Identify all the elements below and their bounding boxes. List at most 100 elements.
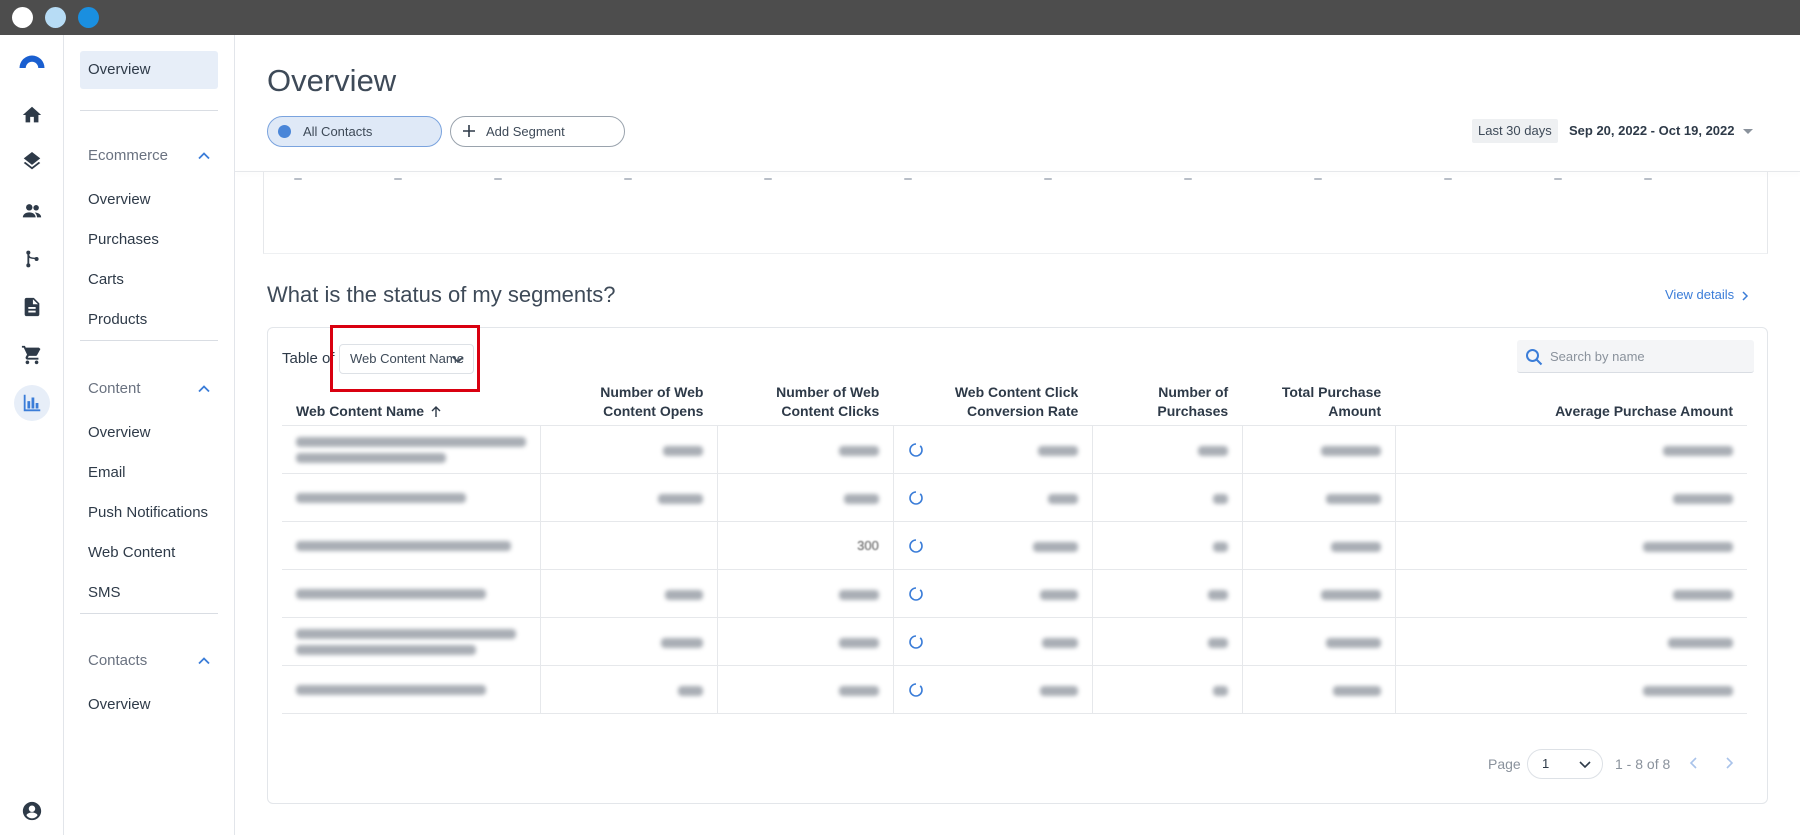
account-icon[interactable] <box>14 793 50 829</box>
prev-page-icon[interactable] <box>1687 756 1701 770</box>
cell-clicks <box>716 425 894 474</box>
add-segment-button[interactable]: Add Segment <box>450 116 625 147</box>
cell-purchases <box>1091 665 1243 714</box>
add-segment-label: Add Segment <box>486 124 565 139</box>
cart-icon[interactable] <box>14 337 50 373</box>
sort-ascending-icon[interactable] <box>430 406 442 418</box>
home-icon[interactable] <box>14 97 50 133</box>
redacted-value <box>1643 685 1733 696</box>
redacted-value <box>1643 541 1733 552</box>
sidebar-group-label: Ecommerce <box>88 147 169 164</box>
column-header-opens[interactable]: Number of Web Content Opens <box>541 383 718 426</box>
sidebar-item-overview[interactable]: Overview <box>80 51 218 89</box>
page-title: Overview <box>267 63 397 98</box>
cell-average-purchase <box>1394 665 1747 714</box>
redacted-text <box>296 492 466 503</box>
table-row[interactable] <box>282 473 1747 522</box>
plus-icon <box>463 125 475 137</box>
cell-web-content-name <box>282 473 541 522</box>
table-header-row: Web Content Name Number of Web Content O… <box>282 383 1747 426</box>
table-row[interactable] <box>282 665 1747 714</box>
next-page-icon[interactable] <box>1722 756 1736 770</box>
sidebar-item-carts[interactable]: Carts <box>80 261 218 299</box>
sidebar-group-ecommerce[interactable]: Ecommerce <box>80 144 218 168</box>
segment-all-contacts-button[interactable]: All Contacts <box>267 116 442 147</box>
cell-opens <box>540 617 718 666</box>
sidebar-item-content-overview[interactable]: Overview <box>80 414 218 452</box>
column-header-total-purchase[interactable]: Total Purchase Amount <box>1242 383 1395 426</box>
close-window-button[interactable] <box>12 7 33 28</box>
page-label: Page <box>1488 756 1521 772</box>
redacted-value <box>1663 445 1733 456</box>
redacted-value <box>1041 637 1078 648</box>
maximize-window-button[interactable] <box>78 7 99 28</box>
column-header-web-content-name[interactable]: Web Content Name <box>282 383 541 426</box>
logo-icon[interactable] <box>14 45 50 81</box>
segments-table-card: Table of Web Content Name Search by name… <box>267 325 1768 804</box>
date-range-preset[interactable]: Last 30 days <box>1472 119 1558 143</box>
cell-purchases <box>1091 473 1243 522</box>
cell-opens <box>540 665 718 714</box>
date-range-picker[interactable]: Sep 20, 2022 - Oct 19, 2022 <box>1569 119 1753 143</box>
column-header-conversion-rate[interactable]: Web Content Click Conversion Rate <box>893 383 1092 426</box>
contacts-icon[interactable] <box>14 193 50 229</box>
cell-conversion-rate <box>892 473 1093 522</box>
chevron-up-icon <box>198 385 210 393</box>
cell-conversion-rate <box>892 425 1093 474</box>
column-header-average-purchase[interactable]: Average Purchase Amount <box>1395 383 1747 426</box>
table-row[interactable]: 300 <box>282 521 1747 570</box>
layers-icon[interactable] <box>14 145 50 181</box>
cell-conversion-rate <box>892 617 1093 666</box>
sidebar-group-content[interactable]: Content <box>80 377 218 401</box>
document-icon[interactable] <box>14 289 50 325</box>
cell-total-purchase <box>1241 617 1396 666</box>
icon-rail <box>0 35 64 835</box>
redacted-value <box>1330 541 1381 552</box>
cell-conversion-rate <box>892 521 1093 570</box>
minimize-window-button[interactable] <box>45 7 66 28</box>
sidebar-item-purchases[interactable]: Purchases <box>80 221 218 259</box>
table-row[interactable] <box>282 425 1747 474</box>
cell-clicks: 300 <box>716 521 894 570</box>
cell-web-content-name <box>282 425 541 474</box>
view-details-link[interactable]: View details <box>1665 287 1750 302</box>
sidebar-item-web-content[interactable]: Web Content <box>80 534 218 572</box>
cell-average-purchase <box>1394 521 1747 570</box>
section-title: What is the status of my segments? <box>267 282 616 307</box>
segment-label: All Contacts <box>303 124 373 139</box>
cell-clicks <box>716 569 894 618</box>
redacted-value <box>1207 637 1228 648</box>
search-input[interactable]: Search by name <box>1517 340 1754 373</box>
redacted-value <box>1668 637 1733 648</box>
redacted-text <box>296 588 486 599</box>
automation-icon[interactable] <box>14 241 50 277</box>
sidebar-group-label: Content <box>88 380 141 397</box>
cell-average-purchase <box>1394 425 1747 474</box>
sidebar-item-sms[interactable]: SMS <box>80 574 218 612</box>
cell-purchases <box>1091 569 1243 618</box>
page-select[interactable]: 1 <box>1527 749 1603 779</box>
column-header-clicks[interactable]: Number of Web Content Clicks <box>717 383 893 426</box>
sidebar-group-contacts[interactable]: Contacts <box>80 649 218 673</box>
cell-average-purchase <box>1394 617 1747 666</box>
table-of-label: Table of <box>282 350 335 367</box>
redacted-value <box>838 685 879 696</box>
chevron-up-icon <box>198 152 210 160</box>
sidebar-item-products[interactable]: Products <box>80 301 218 339</box>
cell-clicks <box>716 473 894 522</box>
sidebar-item-ecommerce-overview[interactable]: Overview <box>80 181 218 219</box>
reports-icon[interactable] <box>14 385 50 421</box>
chart-remnant <box>263 171 1768 254</box>
chevron-right-icon <box>1742 291 1749 301</box>
redacted-value <box>1207 589 1228 600</box>
table-row[interactable] <box>282 617 1747 666</box>
page-select-value: 1 <box>1542 756 1550 771</box>
redacted-value <box>1039 589 1078 600</box>
sidebar-item-push-notifications[interactable]: Push Notifications <box>80 494 218 532</box>
column-header-purchases[interactable]: Number of Purchases <box>1092 383 1242 426</box>
cell-opens <box>540 425 718 474</box>
table-row[interactable] <box>282 569 1747 618</box>
segments-table: Web Content Name Number of Web Content O… <box>282 383 1747 714</box>
sidebar-item-contacts-overview[interactable]: Overview <box>80 686 218 724</box>
sidebar-item-email[interactable]: Email <box>80 454 218 492</box>
